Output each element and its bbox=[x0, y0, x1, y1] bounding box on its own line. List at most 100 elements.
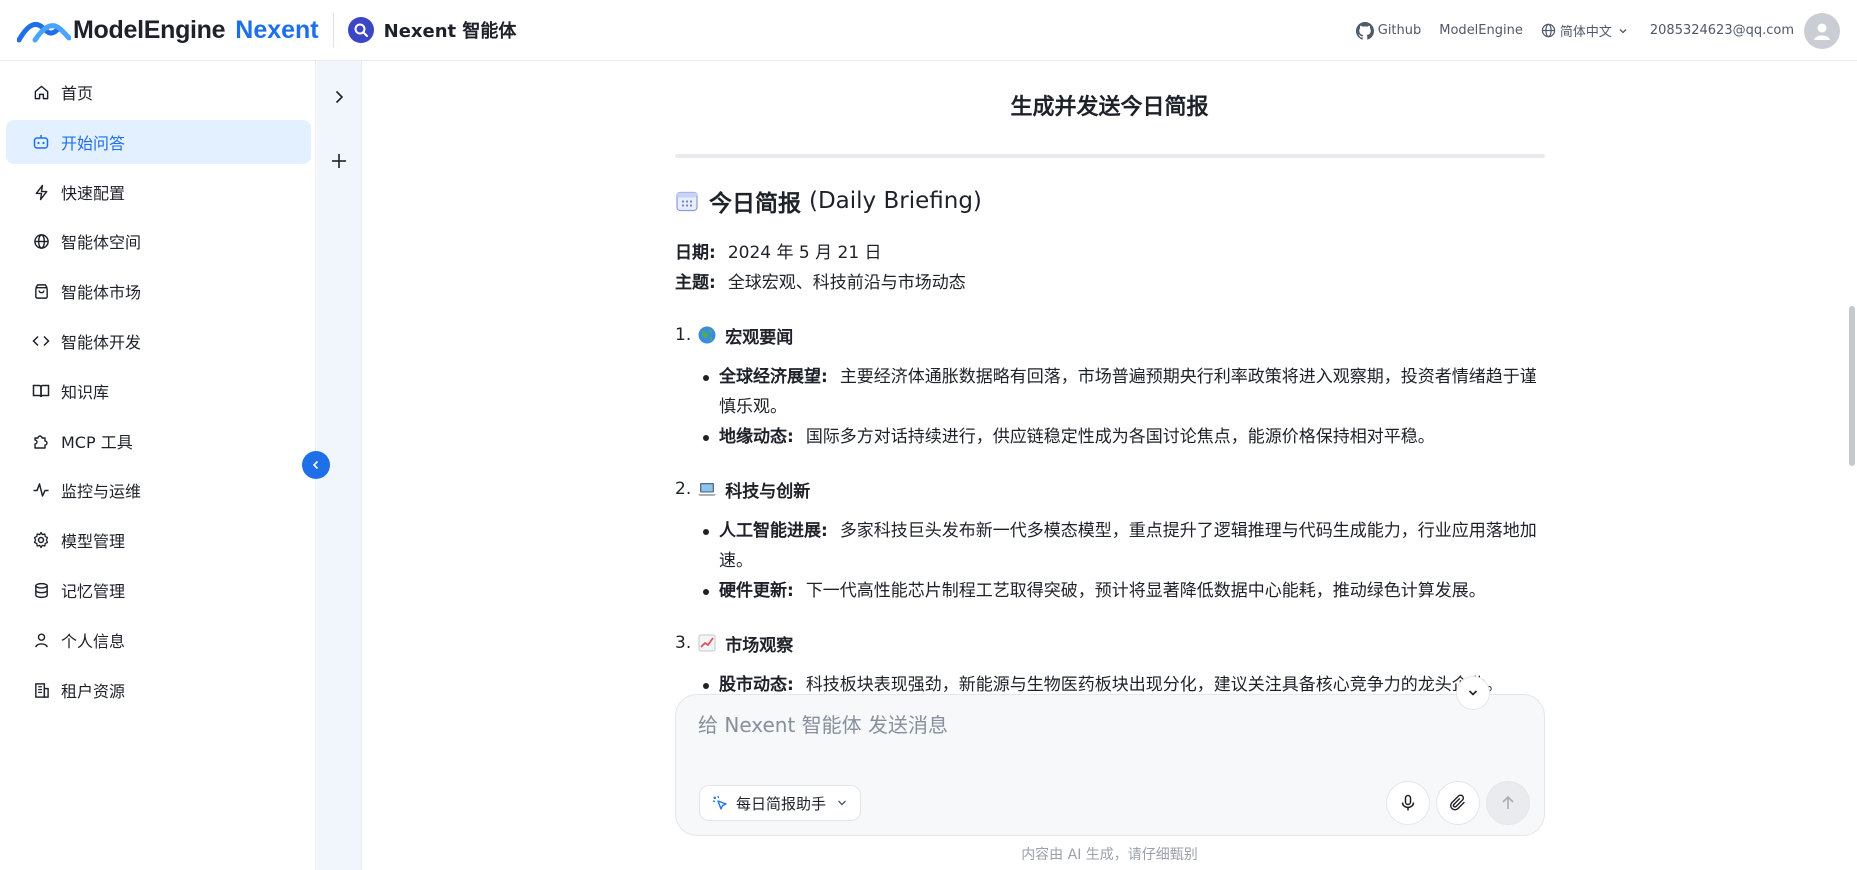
sidebar-item-agent-dev[interactable]: 智能体开发 bbox=[6, 319, 311, 363]
sidebar-item-agent-space[interactable]: 智能体空间 bbox=[6, 219, 311, 263]
sidebar-item-mcp-tools[interactable]: MCP 工具 bbox=[6, 419, 311, 463]
message-input[interactable] bbox=[698, 709, 1518, 749]
paperclip-icon bbox=[1450, 794, 1465, 811]
send-button[interactable] bbox=[1486, 781, 1530, 825]
briefing-title: 今日简报 bbox=[709, 191, 801, 217]
building-icon bbox=[32, 681, 50, 699]
agent-name: 每日简报助手 bbox=[736, 794, 827, 813]
laptop-emoji-icon bbox=[698, 483, 717, 496]
attach-file-button[interactable] bbox=[1436, 781, 1480, 825]
avatar[interactable] bbox=[1804, 12, 1840, 49]
chevron-down-icon bbox=[838, 800, 847, 806]
briefing-meta: 日期: 2024 年 5 月 21 日 主题: 全球宏观、科技前沿与市场动态 bbox=[675, 238, 1545, 298]
modelengine-link[interactable]: ModelEngine bbox=[1439, 23, 1523, 38]
list-item: 地缘动态: 国际多方对话持续进行，供应链稳定性成为各国讨论焦点，能源价格保持相对平… bbox=[703, 422, 1545, 452]
modelengine-logo-icon bbox=[17, 22, 71, 43]
sidebar-collapse-button[interactable] bbox=[302, 451, 330, 479]
chevron-down-icon bbox=[1468, 690, 1478, 696]
chart-increasing-emoji-icon bbox=[698, 634, 716, 652]
sidebar-item-quick-config[interactable]: 快速配置 bbox=[6, 170, 311, 214]
sidebar: 首页 开始问答 快速配置 智能体空间 智能体市场 智能体开发 知识库 MCP 工… bbox=[0, 61, 316, 870]
sidebar-item-memory-management[interactable]: 记忆管理 bbox=[6, 568, 311, 612]
calendar-icon bbox=[676, 191, 698, 212]
topic-row: 主题: 全球宏观、科技前沿与市场动态 bbox=[675, 268, 1545, 298]
plus-icon bbox=[332, 154, 346, 168]
message-content: 今日简报 (Daily Briefing) 日期: 2024 年 5 月 21 日… bbox=[675, 154, 1545, 754]
code-icon bbox=[32, 332, 50, 350]
date-value: 2024 年 5 月 21 日 bbox=[727, 243, 882, 263]
sidebar-item-label: 模型管理 bbox=[61, 532, 126, 551]
brand[interactable]: ModelEngine Nexent bbox=[17, 0, 319, 61]
header-right: Github ModelEngine 简体中文 2085324623@qq.co… bbox=[1355, 0, 1857, 61]
sidebar-item-tenant-resources[interactable]: 租户资源 bbox=[6, 668, 311, 712]
bullet-text: 国际多方对话持续进行，供应链稳定性成为各国讨论焦点，能源价格保持相对平稳。 bbox=[805, 427, 1435, 447]
robot-icon bbox=[32, 133, 50, 151]
date-row: 日期: 2024 年 5 月 21 日 bbox=[675, 238, 1545, 268]
scrollbar-thumb[interactable] bbox=[1849, 306, 1855, 466]
chevron-left-icon bbox=[312, 460, 319, 470]
sidebar-item-monitoring[interactable]: 监控与运维 bbox=[6, 468, 311, 512]
sidebar-item-label: 记忆管理 bbox=[61, 582, 126, 601]
sidebar-item-label: 知识库 bbox=[61, 383, 110, 402]
sidebar-item-profile[interactable]: 个人信息 bbox=[6, 618, 311, 662]
section-heading: 2. 科技与创新 bbox=[675, 474, 1545, 504]
home-icon bbox=[32, 83, 50, 101]
section-bullets: 全球经济展望: 主要经济体通胀数据略有回落，市场普遍预期央行利率政策将进入观察期，… bbox=[675, 362, 1545, 452]
globe-icon bbox=[32, 232, 50, 250]
bullet-label: 全球经济展望: bbox=[719, 367, 828, 387]
bullet-text: 主要经济体通胀数据略有回落，市场普遍预期央行利率政策将进入观察期，投资者情绪趋于… bbox=[719, 367, 1537, 417]
modelengine-label: ModelEngine bbox=[1439, 23, 1523, 38]
activity-icon bbox=[32, 481, 50, 499]
sidebar-item-home[interactable]: 首页 bbox=[6, 70, 311, 114]
ai-disclaimer: 内容由 AI 生成，请仔细甄别 bbox=[1021, 847, 1198, 863]
bullet-label: 股市动态: bbox=[719, 675, 794, 695]
user-email[interactable]: 2085324623@qq.com bbox=[1650, 23, 1794, 38]
section-number: 2. bbox=[675, 479, 692, 499]
briefing-subtitle: (Daily Briefing) bbox=[809, 188, 982, 214]
topic-label: 主题: bbox=[675, 273, 716, 293]
scroll-to-bottom-button[interactable] bbox=[1456, 676, 1490, 710]
sidebar-item-model-management[interactable]: 模型管理 bbox=[6, 518, 311, 562]
scrollbar[interactable] bbox=[1847, 61, 1857, 870]
database-icon bbox=[32, 581, 50, 599]
brand-accent: Nexent bbox=[235, 15, 319, 44]
bullet-text: 科技板块表现强劲，新能源与生物医药板块出现分化，建议关注具备核心竞争力的龙头企业… bbox=[805, 675, 1503, 695]
sidebar-item-agent-market[interactable]: 智能体市场 bbox=[6, 269, 311, 313]
agent-selector[interactable]: 每日简报助手 bbox=[699, 785, 862, 821]
section-title: 市场观察 bbox=[725, 635, 794, 656]
app-title: Nexent 智能体 bbox=[383, 21, 517, 42]
globe-icon bbox=[1541, 23, 1556, 38]
chevron-down-icon bbox=[1619, 28, 1627, 33]
sidebar-item-knowledge-base[interactable]: 知识库 bbox=[6, 369, 311, 413]
sidebar-item-label: MCP 工具 bbox=[61, 433, 133, 452]
sidebar-item-chat[interactable]: 开始问答 bbox=[6, 120, 311, 164]
user-avatar-icon bbox=[1814, 23, 1830, 40]
section-heading: 1. 宏观要闻 bbox=[675, 320, 1545, 350]
user-icon bbox=[32, 631, 50, 649]
language-selector[interactable]: 简体中文 bbox=[1541, 21, 1632, 40]
section-number: 3. bbox=[675, 633, 692, 653]
github-link[interactable]: Github bbox=[1355, 21, 1421, 40]
briefing-heading: 今日简报 (Daily Briefing) bbox=[675, 184, 1545, 218]
lightning-icon bbox=[32, 183, 50, 201]
expand-conversations-button[interactable] bbox=[326, 84, 352, 110]
microphone-icon bbox=[1401, 794, 1415, 811]
sidebar-item-label: 首页 bbox=[61, 84, 94, 103]
top-header: ModelEngine Nexent Nexent 智能体 Github Mod… bbox=[0, 0, 1857, 61]
sparkle-cursor-icon bbox=[712, 795, 727, 810]
briefing-section: 2. 科技与创新 人工智能进展: 多家科技巨头发布新一代多模态模型，重点提升了逻辑… bbox=[675, 474, 1545, 606]
topic-value: 全球宏观、科技前沿与市场动态 bbox=[727, 273, 966, 293]
section-heading: 3. 市场观察 bbox=[675, 628, 1545, 658]
book-icon bbox=[32, 382, 50, 400]
divider bbox=[675, 154, 1545, 158]
sidebar-item-label: 租户资源 bbox=[61, 682, 126, 701]
voice-input-button[interactable] bbox=[1386, 781, 1430, 825]
new-chat-button[interactable] bbox=[326, 148, 352, 174]
gear-icon bbox=[32, 531, 50, 549]
brand-name: ModelEngine bbox=[73, 15, 226, 44]
section-title: 科技与创新 bbox=[725, 481, 811, 502]
header-divider bbox=[332, 13, 334, 47]
globe-emoji-icon bbox=[698, 326, 716, 344]
date-label: 日期: bbox=[675, 243, 716, 263]
message-composer: 每日简报助手 bbox=[675, 694, 1545, 836]
